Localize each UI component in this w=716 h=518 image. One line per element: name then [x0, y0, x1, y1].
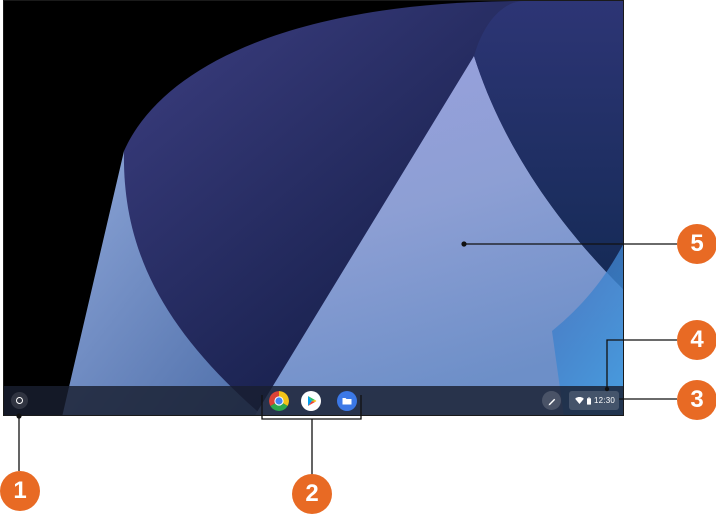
- battery-icon: [586, 396, 591, 405]
- callout-4: 4: [677, 320, 716, 360]
- files-icon[interactable]: [337, 391, 357, 411]
- play-store-icon[interactable]: [301, 391, 321, 411]
- shelf: 12:30: [4, 386, 623, 415]
- chrome-icon[interactable]: [269, 391, 289, 411]
- clock-time: 12:30: [593, 396, 615, 405]
- chromeos-desktop: 12:30: [3, 0, 624, 416]
- circle-launcher-icon: [16, 397, 23, 404]
- status-tray[interactable]: 12:30: [569, 391, 619, 410]
- wifi-icon: [575, 397, 584, 404]
- callout-2: 2: [292, 474, 332, 514]
- stylus-icon: [548, 398, 555, 405]
- stylus-button[interactable]: [542, 391, 561, 410]
- wallpaper: [4, 1, 623, 415]
- callout-5: 5: [677, 224, 716, 264]
- callout-1: 1: [0, 471, 40, 511]
- launcher-button[interactable]: [11, 392, 28, 409]
- callout-3: 3: [677, 380, 716, 420]
